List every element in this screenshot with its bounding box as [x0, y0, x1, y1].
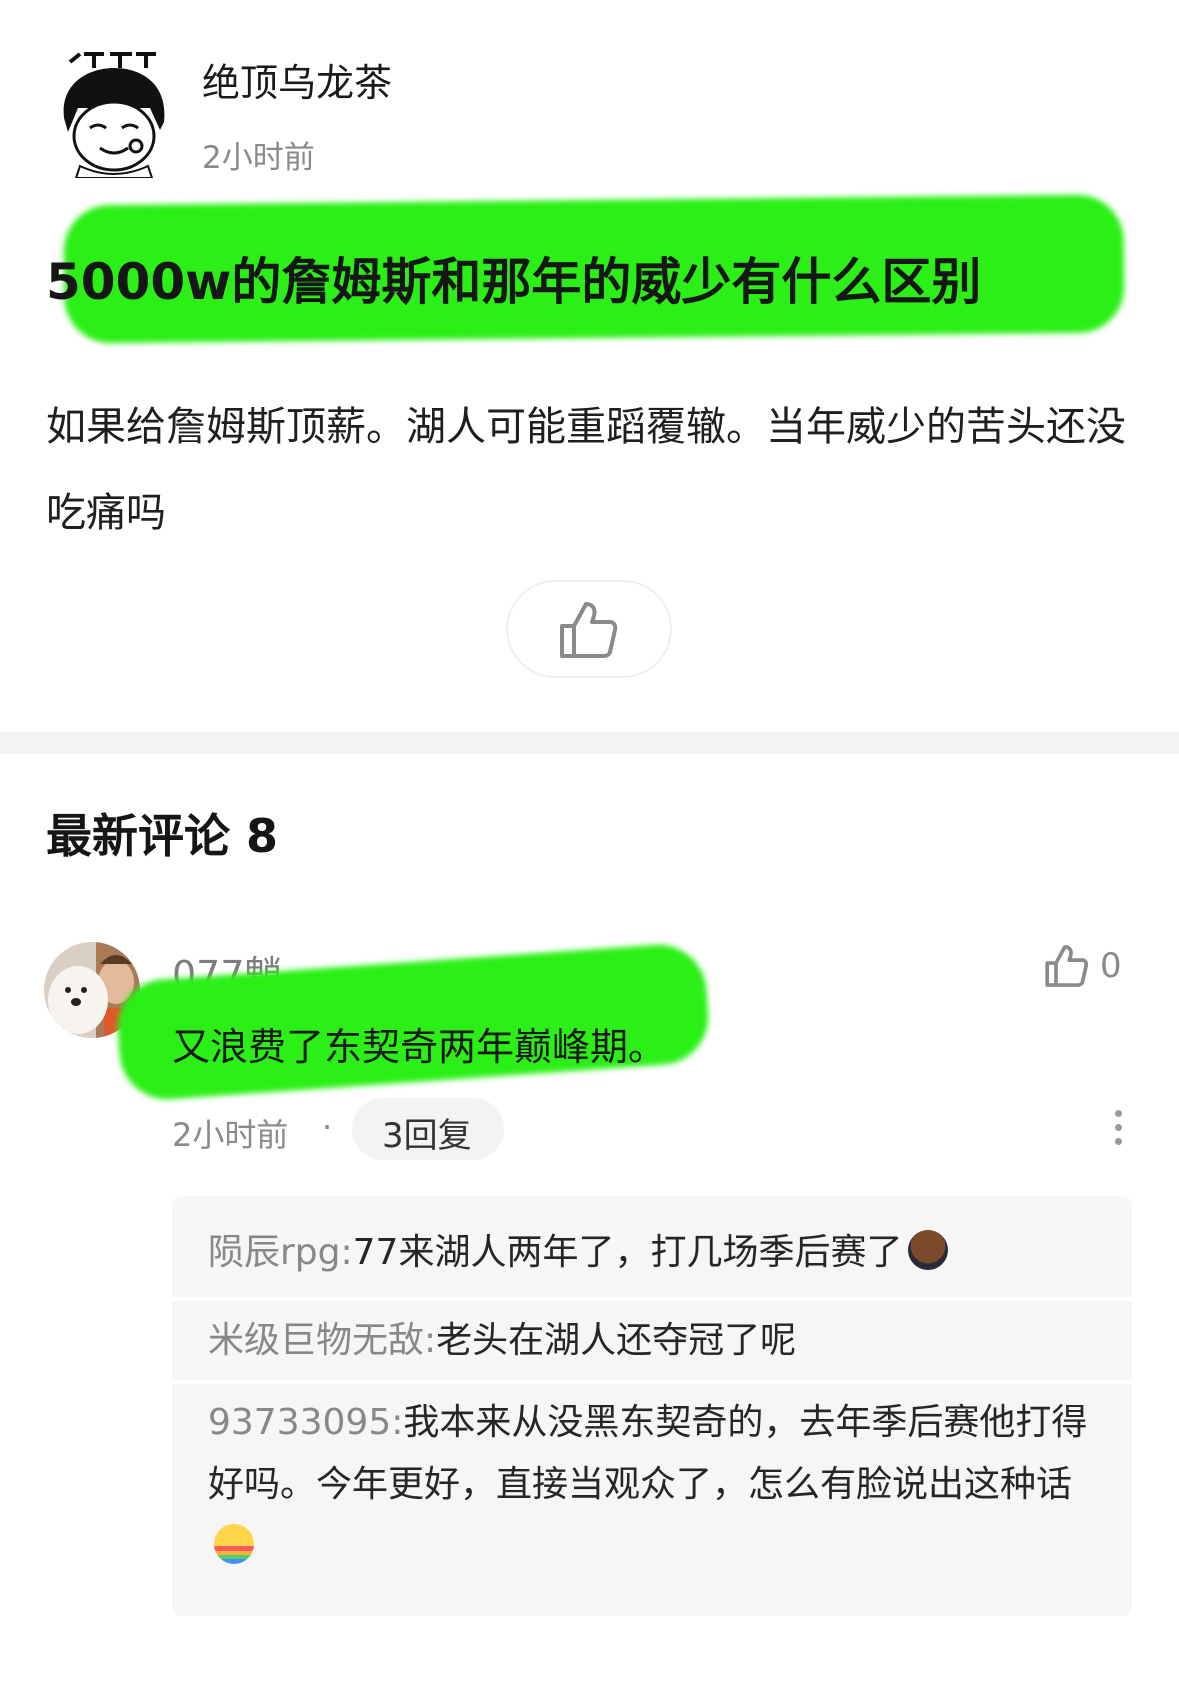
reply-user[interactable]: 93733095: [208, 1402, 391, 1443]
meme-avatar-icon: [63, 50, 165, 179]
view-replies-button[interactable]: 3回复: [352, 1098, 504, 1160]
crying-face-emoji: [908, 1230, 949, 1270]
reply-user[interactable]: 米级巨物无敌: [208, 1320, 424, 1361]
author-avatar[interactable]: [50, 48, 178, 179]
reply-item[interactable]: 93733095:我本来从没黑东契奇的，去年季后赛他打得好吗。今年更好，直接当观…: [208, 1392, 1088, 1578]
section-divider: [0, 732, 1179, 754]
thumb-up-icon: [560, 602, 618, 658]
reply-user[interactable]: 陨辰rpg: [208, 1232, 341, 1273]
comments-heading: 最新评论 8: [46, 809, 279, 863]
more-options-icon[interactable]: [1108, 1110, 1128, 1156]
comment-like-count: 0: [1100, 946, 1122, 986]
author-name[interactable]: 绝顶乌龙茶: [202, 52, 392, 107]
reply-item[interactable]: 陨辰rpg:77来湖人两年了，打几场季后赛了: [208, 1222, 1088, 1284]
reply-divider: [172, 1297, 1132, 1301]
reply-separator: :: [424, 1320, 437, 1361]
rainbow-vomit-emoji: [214, 1524, 254, 1564]
reply-separator: :: [391, 1402, 404, 1443]
reply-item[interactable]: 米级巨物无敌:老头在湖人还夺冠了呢: [208, 1310, 1088, 1372]
meta-separator: ·: [322, 1108, 333, 1146]
thumb-up-icon: [1045, 945, 1089, 987]
comment-text: 又浪费了东契奇两年巅峰期。: [172, 1025, 667, 1069]
post-body: 如果给詹姆斯顶薪。湖人可能重蹈覆辙。当年威少的苦头还没吃痛吗: [46, 404, 1126, 536]
reply-divider: [172, 1380, 1132, 1384]
reply-text: 77来湖人两年了，打几场季后赛了: [352, 1232, 903, 1273]
comment-timestamp: 2小时前: [172, 1116, 289, 1154]
post-timestamp: 2小时前: [202, 140, 315, 176]
post-like-button[interactable]: [506, 580, 672, 678]
post-title: 5000w的詹姆斯和那年的威少有什么区别: [46, 253, 982, 311]
reply-count-label: 3回复: [382, 1116, 472, 1156]
reply-separator: :: [340, 1232, 353, 1273]
reply-text: 老头在湖人还夺冠了呢: [436, 1320, 797, 1361]
